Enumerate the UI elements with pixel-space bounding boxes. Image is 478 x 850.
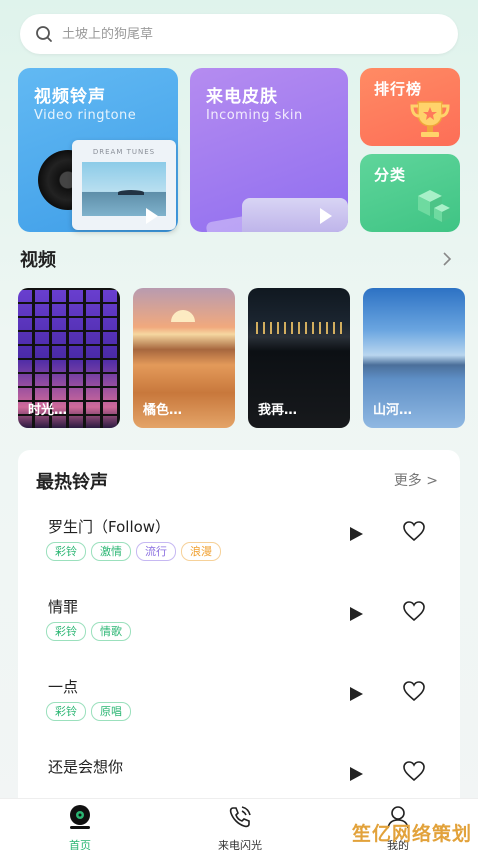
- incoming-skin-subtitle: Incoming skin: [206, 108, 303, 123]
- tag: 彩铃: [46, 702, 86, 721]
- play-icon[interactable]: [350, 607, 363, 621]
- incoming-skin-card[interactable]: 来电皮肤 Incoming skin: [190, 68, 348, 232]
- hot-ringtones-title: 最热铃声: [36, 472, 108, 493]
- nav-home[interactable]: 首页: [30, 803, 130, 850]
- tag: 情歌: [91, 622, 131, 641]
- hot-ringtones-panel: 最热铃声 更多 > 罗生门（Follow） 彩铃 激情 流行 浪漫 情罪 彩铃 …: [18, 450, 460, 810]
- video-ringtone-subtitle: Video ringtone: [34, 108, 137, 123]
- heart-icon[interactable]: [402, 680, 426, 702]
- skin-preview-image: [242, 198, 348, 232]
- video-thumbnail[interactable]: 橘色…: [133, 288, 235, 428]
- phone-ringing-icon: [229, 806, 251, 828]
- ringtone-tags: 彩铃 激情 流行 浪漫: [46, 542, 221, 561]
- album-cover-image: DREAM TUNES: [72, 140, 176, 230]
- search-icon: [36, 26, 52, 42]
- play-icon: [320, 208, 332, 224]
- nav-call-flash[interactable]: 来电闪光: [190, 803, 290, 850]
- play-icon[interactable]: [350, 687, 363, 701]
- nav-home-label: 首页: [69, 839, 91, 850]
- music-disc-icon: [70, 805, 90, 829]
- album-label: DREAM TUNES: [92, 148, 156, 156]
- ranking-card[interactable]: 排行榜: [360, 68, 460, 146]
- more-link[interactable]: 更多 >: [394, 470, 438, 490]
- video-caption: 橘色…: [143, 403, 183, 418]
- trophy-icon: [410, 101, 450, 137]
- tag: 原唱: [91, 702, 131, 721]
- video-caption: 我再…: [258, 403, 298, 418]
- watermark-text: 笙亿网络策划: [351, 823, 472, 845]
- tag: 流行: [136, 542, 176, 561]
- ringtone-name: 一点: [48, 678, 79, 696]
- video-thumbnail[interactable]: 山河…: [363, 288, 465, 428]
- tag: 浪漫: [181, 542, 221, 561]
- cubes-icon: [418, 190, 450, 222]
- heart-icon[interactable]: [402, 760, 426, 782]
- tag: 彩铃: [46, 622, 86, 641]
- category-title: 分类: [374, 166, 407, 184]
- heart-icon[interactable]: [402, 600, 426, 622]
- ringtone-row[interactable]: 一点 彩铃 原唱: [18, 676, 460, 756]
- nav-call-flash-label: 来电闪光: [218, 839, 262, 850]
- play-icon[interactable]: [350, 527, 363, 541]
- video-ringtone-title: 视频铃声: [34, 87, 106, 107]
- ringtone-tags: 彩铃 情歌: [46, 622, 131, 641]
- video-caption: 山河…: [373, 403, 413, 418]
- search-input[interactable]: [62, 26, 422, 42]
- videos-section-title: 视频: [20, 250, 56, 271]
- search-bar[interactable]: [20, 14, 458, 54]
- play-icon: [146, 208, 158, 224]
- play-icon[interactable]: [350, 767, 363, 781]
- ringtone-name: 还是会想你: [48, 758, 124, 776]
- ringtone-tags: 彩铃 原唱: [46, 702, 131, 721]
- ringtone-row[interactable]: 罗生门（Follow） 彩铃 激情 流行 浪漫: [18, 516, 460, 596]
- ringtone-row[interactable]: 情罪 彩铃 情歌: [18, 596, 460, 676]
- tag: 激情: [91, 542, 131, 561]
- chevron-right-icon[interactable]: [440, 251, 454, 267]
- video-thumbnail[interactable]: 我再…: [248, 288, 350, 428]
- category-card[interactable]: 分类: [360, 154, 460, 232]
- ringtone-name: 罗生门（Follow）: [48, 518, 171, 536]
- tag: 彩铃: [46, 542, 86, 561]
- ringtone-name: 情罪: [48, 598, 79, 616]
- heart-icon[interactable]: [402, 520, 426, 542]
- video-thumbnail[interactable]: 时光…: [18, 288, 120, 428]
- incoming-skin-title: 来电皮肤: [206, 87, 278, 107]
- video-caption: 时光…: [28, 403, 68, 418]
